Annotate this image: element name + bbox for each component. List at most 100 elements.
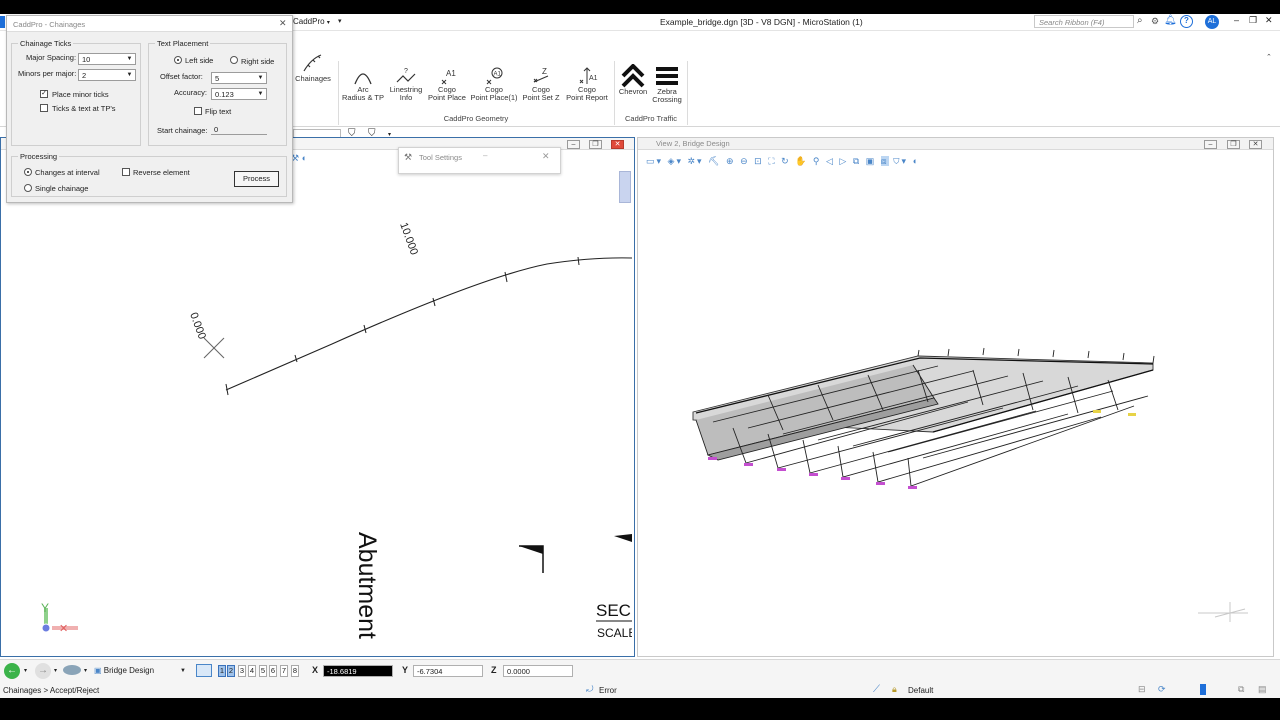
model-selector[interactable]: ▣ Bridge Design ▼: [92, 665, 188, 677]
ribbon-collapse-icon[interactable]: ⌃: [1266, 53, 1272, 61]
place-minor-ticks-checkbox[interactable]: ✓: [40, 90, 48, 98]
view-restore-button[interactable]: ❐: [589, 140, 602, 149]
active-level[interactable]: Default: [908, 686, 933, 695]
view-display-icon[interactable]: ▭▾: [646, 156, 663, 166]
cogo-point-report-button[interactable]: A1 Cogo Point Report: [563, 66, 611, 102]
pan-view-icon[interactable]: ✋: [795, 156, 808, 166]
offset-factor-combo[interactable]: 5 ▼: [211, 72, 267, 84]
zebra-crossing-button[interactable]: Zebra Crossing: [650, 64, 684, 104]
view-restore-button[interactable]: ❐: [1227, 140, 1240, 149]
models-icon[interactable]: [63, 665, 81, 675]
accuracy-combo[interactable]: 0.123 ▼: [211, 88, 267, 100]
minimize-window-icon[interactable]: –: [1234, 15, 1239, 25]
view-toggle-7[interactable]: 7: [280, 665, 288, 677]
view-toggle-5[interactable]: 5: [259, 665, 267, 677]
bearings: [708, 457, 917, 489]
update-icon[interactable]: ⛏: [708, 156, 721, 166]
close-window-icon[interactable]: ✕: [1265, 15, 1273, 26]
walk-icon[interactable]: ⚲: [813, 156, 822, 166]
view-toggle-6[interactable]: 6: [269, 665, 277, 677]
zoom-out-icon[interactable]: ⊖: [740, 156, 750, 166]
chevron-down-icon[interactable]: ▾: [54, 667, 57, 674]
view-2-canvas[interactable]: [638, 170, 1274, 656]
tool-settings-minimize-icon[interactable]: –: [483, 151, 487, 160]
view-close-button[interactable]: ✕: [611, 140, 624, 149]
ticks-text-tp-checkbox[interactable]: [40, 104, 48, 112]
window-area-icon[interactable]: ⊡: [754, 156, 764, 166]
message-text[interactable]: Error: [599, 686, 617, 695]
view-1-window[interactable]: – ❐ ✕ ⚒ ◐ 0.000 10.000 Abutment SEC SCAL…: [0, 137, 635, 657]
status-panel-icon[interactable]: ▤: [1258, 684, 1267, 695]
clip-volume-icon[interactable]: ▣: [866, 156, 877, 166]
chainages-button[interactable]: Chainages: [293, 51, 333, 83]
settings-icon[interactable]: ⚙: [1151, 16, 1159, 27]
view-minimize-button[interactable]: –: [1204, 140, 1217, 149]
quick-access-dropdown-icon[interactable]: ▾: [338, 17, 342, 25]
copy-view-icon[interactable]: ⧉: [853, 156, 861, 166]
changes-at-interval-radio[interactable]: [24, 168, 32, 176]
left-side-radio[interactable]: [174, 56, 182, 64]
chevron-down-icon[interactable]: ▾: [84, 667, 87, 674]
user-avatar[interactable]: AL: [1205, 15, 1219, 29]
toggle-view-icon[interactable]: ⧈: [880, 156, 889, 166]
view-previous-icon[interactable]: ◁: [826, 156, 835, 166]
view-toggle-3[interactable]: 3: [238, 665, 246, 677]
rotate-view-icon[interactable]: ↻: [781, 156, 791, 166]
cogo-point-place-1-button[interactable]: A1 Cogo Point Place(1): [470, 66, 518, 102]
search-icon[interactable]: ⌕: [1137, 15, 1143, 26]
reverse-element-checkbox[interactable]: [122, 168, 130, 176]
forward-arrow-icon[interactable]: →: [35, 663, 51, 679]
view-toggle-2[interactable]: 2: [227, 665, 235, 677]
workflow-selector[interactable]: CaddPro ▾: [293, 17, 330, 26]
help-icon[interactable]: ?: [1180, 15, 1193, 28]
view-2-window[interactable]: View 2, Bridge Design – ❐ ✕ ▭▾ ◈▾ ✲▾ ⛏ ⊕…: [637, 137, 1274, 657]
camera-icon[interactable]: ⛉▾: [893, 156, 908, 166]
chevron-button[interactable]: Chevron: [616, 64, 650, 96]
maximize-window-icon[interactable]: ❐: [1249, 15, 1257, 26]
process-button[interactable]: Process: [234, 171, 279, 187]
snap-icon[interactable]: ⟋: [873, 684, 880, 695]
view-1-canvas[interactable]: 0.000 10.000 Abutment SEC SCALE Y ✕: [2, 152, 632, 657]
message-center-icon[interactable]: ⤾: [586, 684, 594, 695]
linestring-info-button[interactable]: ? Linestring Info: [386, 66, 426, 102]
x-coordinate-label: X: [312, 665, 319, 675]
right-side-radio[interactable]: [230, 56, 238, 64]
view-groups-icon[interactable]: [196, 664, 212, 677]
lights-icon[interactable]: ✲▾: [688, 156, 704, 166]
tool-settings-window[interactable]: ⚒ Tool Settings – ✕: [398, 147, 561, 174]
major-spacing-combo[interactable]: 10 ▼: [78, 53, 136, 65]
flip-text-checkbox[interactable]: [194, 107, 202, 115]
chainages-dialog[interactable]: CaddPro - Chainages ✕ Chainage Ticks Maj…: [6, 15, 293, 203]
notification-bell-icon[interactable]: 🔔︎: [1164, 15, 1177, 26]
start-chainage-field[interactable]: 0: [211, 123, 267, 135]
view-close-button[interactable]: ✕: [1249, 140, 1262, 149]
view-toggle-4[interactable]: 4: [248, 665, 256, 677]
sheet-icon[interactable]: ⧉: [1238, 684, 1244, 695]
accudraw-icon[interactable]: ⊟: [1138, 684, 1146, 695]
arc-radius-tp-button[interactable]: Arc Radius & TP: [341, 66, 385, 102]
cogo-point-place-button[interactable]: A1 Cogo Point Place: [425, 66, 469, 102]
single-chainage-radio[interactable]: [24, 184, 32, 192]
cogo-point-set-z-button[interactable]: Z Cogo Point Set Z: [519, 66, 563, 102]
minors-per-major-combo[interactable]: 2 ▼: [78, 69, 136, 81]
zoom-in-icon[interactable]: ⊕: [726, 156, 736, 166]
ribbon-search-input[interactable]: Search Ribbon (F4): [1034, 15, 1134, 28]
lock-icon[interactable]: 🔒︎: [892, 684, 897, 695]
design-file-changed-icon[interactable]: [1200, 684, 1206, 695]
x-coordinate-field[interactable]: -18.6819: [323, 665, 393, 677]
render-icon[interactable]: ◐: [913, 156, 920, 166]
view-attributes-icon[interactable]: ◈▾: [668, 156, 683, 166]
chevron-down-icon[interactable]: ▾: [24, 667, 27, 674]
back-arrow-icon[interactable]: ←: [4, 663, 20, 679]
dialog-close-icon[interactable]: ✕: [279, 18, 287, 29]
tool-settings-close-icon[interactable]: ✕: [542, 151, 550, 162]
view-toggle-8[interactable]: 8: [291, 665, 299, 677]
view-minimize-button[interactable]: –: [567, 140, 580, 149]
view-next-icon[interactable]: ▷: [839, 156, 848, 166]
view-toggle-1[interactable]: 1: [218, 665, 226, 677]
z-coordinate-field[interactable]: 0.0000: [503, 665, 573, 677]
sync-icon[interactable]: ⟳: [1158, 684, 1166, 695]
y-coordinate-field[interactable]: -6.7304: [413, 665, 483, 677]
fit-view-icon[interactable]: ⛶: [768, 156, 776, 166]
svg-text:✕: ✕: [59, 623, 68, 635]
